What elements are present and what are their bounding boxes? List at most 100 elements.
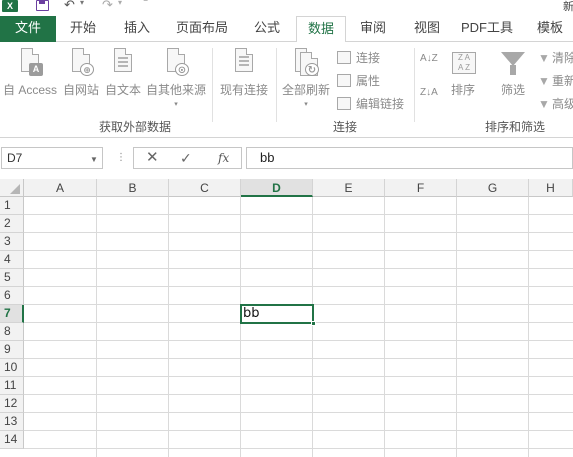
gridline: [24, 430, 573, 431]
ribbon-data: A 自 Access ⊕ 自网站 自文本 ⊙ 自其他来源 ▾ 现有连接 获取外部…: [0, 42, 573, 138]
gridline: [384, 197, 385, 457]
row-header-3[interactable]: 3: [0, 233, 24, 251]
fill-handle[interactable]: [311, 321, 316, 326]
undo-icon[interactable]: ↶: [64, 0, 75, 13]
advanced-filter-button[interactable]: ▼ 高级: [538, 95, 573, 112]
column-header-f[interactable]: F: [385, 179, 457, 197]
select-all-button[interactable]: [0, 179, 24, 197]
save-icon[interactable]: [36, 0, 49, 11]
column-header-d[interactable]: D: [241, 179, 313, 197]
window-title: 新: [563, 1, 573, 13]
gridline: [24, 250, 573, 251]
row-header-13[interactable]: 13: [0, 413, 24, 431]
tab-review[interactable]: 审阅: [352, 16, 394, 42]
row-header-8[interactable]: 8: [0, 323, 24, 341]
sort-ascending-icon: A↓Z: [420, 53, 438, 64]
from-access-button[interactable]: A 自 Access: [2, 48, 58, 98]
name-box[interactable]: D7: [1, 147, 103, 169]
tab-formulas[interactable]: 公式: [246, 16, 288, 42]
from-access-label: 自 Access: [2, 83, 57, 97]
column-header-e[interactable]: E: [313, 179, 385, 197]
cancel-entry-button[interactable]: ✕: [146, 147, 159, 169]
properties-button[interactable]: 属性: [337, 72, 380, 89]
gridline: [24, 268, 573, 269]
existing-connections-label: 现有连接: [219, 83, 268, 97]
clear-filter-button[interactable]: ▼ 清除: [538, 49, 573, 66]
name-box-dropdown-icon[interactable]: ▼: [90, 155, 98, 164]
web-icon: ⊕: [68, 48, 94, 78]
text-file-icon: [110, 48, 136, 78]
gridline: [312, 197, 313, 457]
redo-dropdown-icon[interactable]: ▾: [118, 0, 122, 7]
column-header-b[interactable]: B: [97, 179, 169, 197]
sort-ascending-button[interactable]: A↓Z: [420, 54, 438, 64]
connections-icon: [337, 51, 351, 64]
undo-dropdown-icon[interactable]: ▾: [80, 0, 84, 7]
sort-descending-button[interactable]: Z↓A: [420, 88, 438, 98]
clear-filter-icon: ▼: [538, 51, 550, 65]
from-text-button[interactable]: 自文本: [102, 48, 144, 98]
customize-quick-access-icon[interactable]: ⁼: [143, 0, 148, 8]
row-header-1[interactable]: 1: [0, 197, 24, 215]
sort-button[interactable]: Z AA Z 排序: [446, 48, 480, 98]
tab-pdf-tools[interactable]: PDF工具: [456, 16, 518, 42]
row-header-7[interactable]: 7: [0, 305, 24, 323]
formula-input[interactable]: bb: [246, 147, 573, 169]
insert-function-button[interactable]: fx: [218, 148, 229, 168]
formula-bar: D7 ▼ ⋮ ✕ ✓ fx bb: [0, 138, 573, 178]
access-icon: A: [17, 48, 43, 78]
row-header-4[interactable]: 4: [0, 251, 24, 269]
edit-links-label: 编辑链接: [356, 97, 405, 111]
reapply-filter-button[interactable]: ▼ 重新: [538, 72, 573, 89]
advanced-filter-label: 高级: [552, 97, 573, 111]
row-header-6[interactable]: 6: [0, 287, 24, 305]
excel-logo-icon: X: [2, 0, 18, 12]
formula-bar-grip-icon[interactable]: ⋮: [116, 152, 126, 163]
clear-filter-label: 清除: [552, 51, 573, 65]
tab-file[interactable]: 文件: [0, 16, 56, 42]
sort-label: 排序: [450, 83, 475, 97]
row-header-10[interactable]: 10: [0, 359, 24, 377]
column-header-g[interactable]: G: [457, 179, 529, 197]
group-label-connections: 连接: [332, 120, 357, 134]
filter-button[interactable]: 筛选: [496, 48, 530, 98]
tab-home[interactable]: 开始: [62, 16, 104, 42]
column-header-c[interactable]: C: [169, 179, 241, 197]
row-header-2[interactable]: 2: [0, 215, 24, 233]
ribbon-tabs: 文件 开始 插入 页面布局 公式 数据 审阅 视图 PDF工具 模板: [0, 16, 573, 43]
tab-templates[interactable]: 模板: [528, 16, 572, 42]
existing-connections-button[interactable]: 现有连接: [216, 48, 272, 98]
connections-label: 连接: [356, 51, 381, 65]
row-header-9[interactable]: 9: [0, 341, 24, 359]
edit-links-button[interactable]: 编辑链接: [337, 95, 404, 112]
tab-data[interactable]: 数据: [296, 16, 346, 43]
refresh-all-icon: ↻: [293, 48, 319, 78]
refresh-all-button[interactable]: ↻ 全部刷新 ▾: [280, 48, 332, 108]
sort-descending-icon: Z↓A: [420, 87, 438, 98]
column-header-a[interactable]: A: [24, 179, 97, 197]
from-web-button[interactable]: ⊕ 自网站: [60, 48, 102, 98]
tab-view[interactable]: 视图: [406, 16, 448, 42]
active-cell-d7[interactable]: bb: [240, 304, 314, 324]
row-header-12[interactable]: 12: [0, 395, 24, 413]
worksheet-grid[interactable]: A B C D E F G H 1 2 3 4 5 6 7 8 9 10 11 …: [0, 179, 573, 457]
ribbon-separator: [276, 48, 277, 122]
gridline: [24, 340, 573, 341]
tab-page-layout[interactable]: 页面布局: [168, 16, 236, 42]
from-other-sources-button[interactable]: ⊙ 自其他来源 ▾: [144, 48, 208, 108]
gridline: [24, 394, 573, 395]
gridline: [168, 197, 169, 457]
confirm-entry-button[interactable]: ✓: [180, 147, 192, 169]
row-header-14[interactable]: 14: [0, 431, 24, 449]
row-header-5[interactable]: 5: [0, 269, 24, 287]
connections-button[interactable]: 连接: [337, 49, 380, 66]
gridline: [24, 232, 573, 233]
redo-icon[interactable]: ↷: [102, 0, 113, 13]
filter-label: 筛选: [500, 83, 525, 97]
column-header-h[interactable]: H: [529, 179, 573, 197]
reapply-filter-label: 重新: [552, 74, 573, 88]
tab-insert[interactable]: 插入: [116, 16, 158, 42]
row-header-11[interactable]: 11: [0, 377, 24, 395]
from-text-label: 自文本: [104, 83, 141, 97]
ribbon-separator: [212, 48, 213, 122]
